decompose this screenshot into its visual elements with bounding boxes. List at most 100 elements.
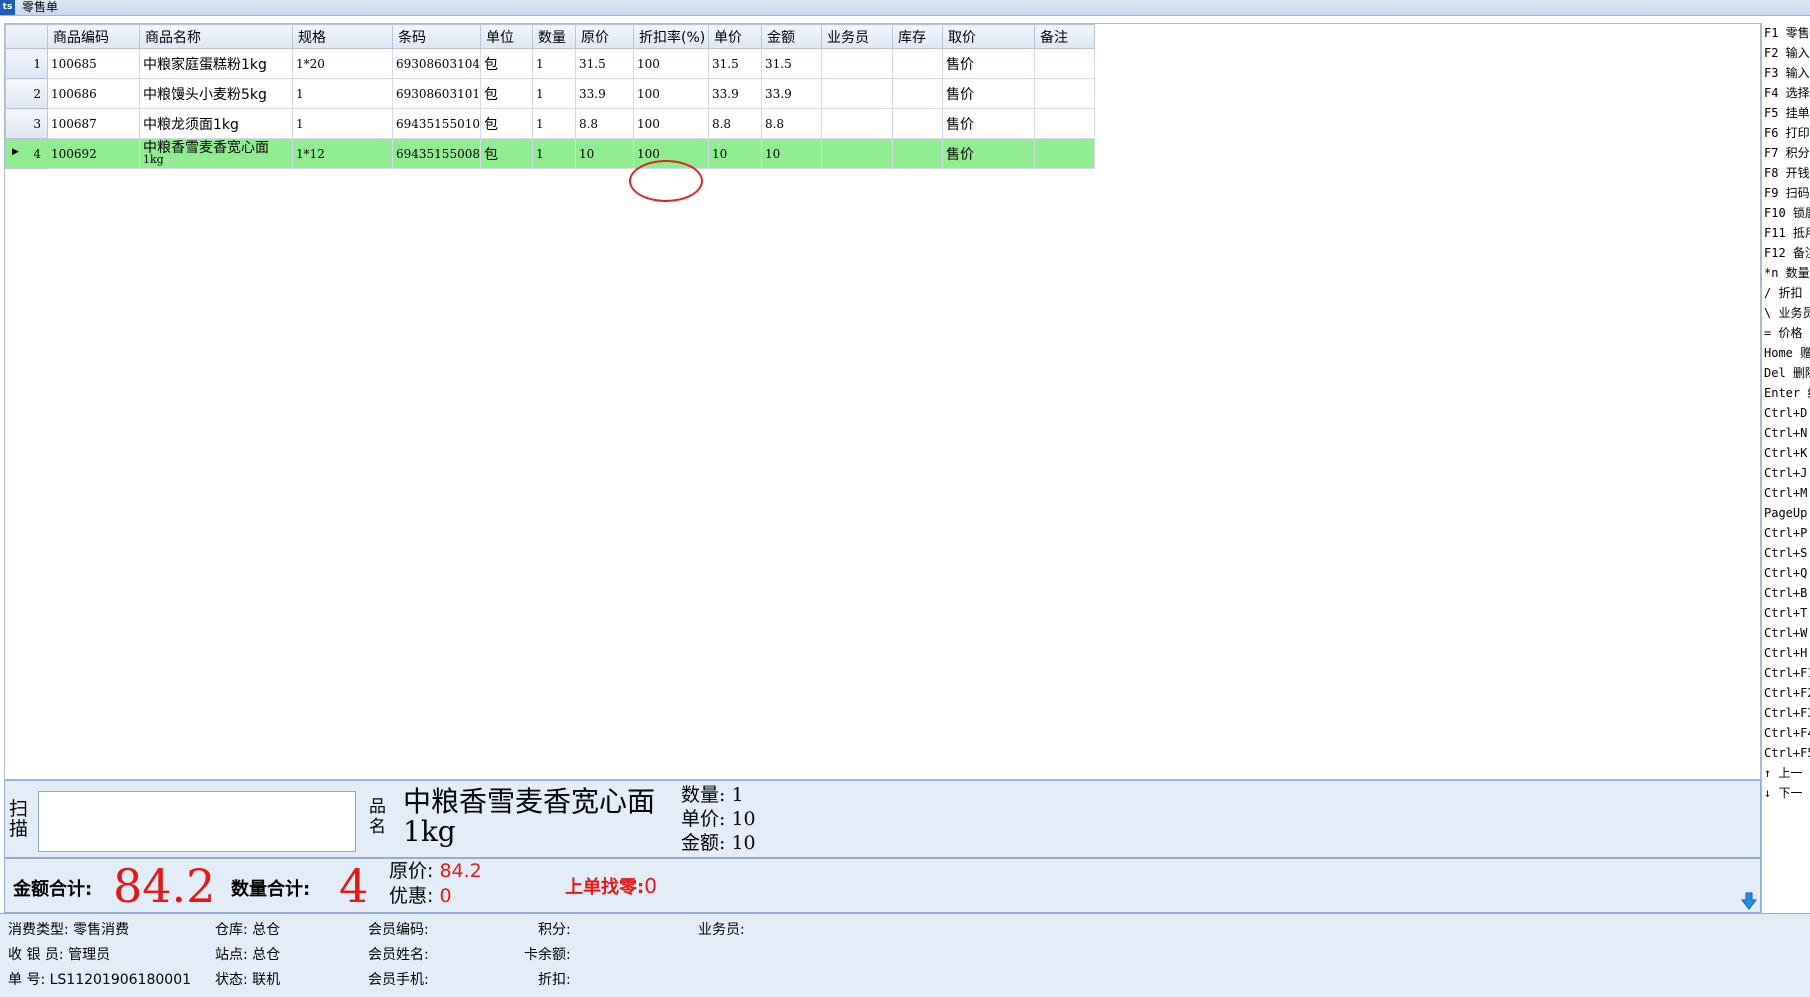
col-header-amount[interactable]: 金额 (760, 24, 822, 49)
shortcut-item: Home 赠 (1764, 346, 1810, 360)
cell-orig-price[interactable]: 31.5 (574, 48, 634, 79)
cell-price[interactable]: 31.5 (707, 48, 762, 79)
scan-label-line2: 描 (9, 818, 29, 840)
item-grid[interactable]: 商品编码 商品名称 规格 条码 单位 数量 原价 折扣率(%) 单价 金额 业务… (4, 23, 1761, 780)
cell-pricing[interactable]: 售价 (941, 48, 1035, 79)
cell-spec[interactable]: 1 (292, 108, 393, 139)
shortcut-item: F8 开钱 (1764, 166, 1810, 180)
cell-discount[interactable]: 100 (632, 48, 709, 79)
table-row[interactable]: 3 100687 中粮龙须面1kg 1 69435155010 包 1 8.8 … (5, 108, 1095, 139)
cell-orig-price[interactable]: 8.8 (574, 108, 634, 139)
cell-spec[interactable]: 1*20 (292, 48, 393, 79)
last-change-label: 上单找零: (565, 877, 645, 898)
cell-salesman[interactable] (820, 138, 893, 169)
site: 站点: 总仓 (215, 947, 281, 963)
shortcut-item: Ctrl+F4 (1764, 726, 1810, 740)
cell-unit[interactable]: 包 (479, 138, 533, 169)
cell-amount[interactable]: 33.9 (760, 78, 822, 109)
shortcut-item: PageUp (1764, 506, 1808, 520)
cell-barcode[interactable]: 69308603101 (392, 78, 481, 109)
warehouse: 仓库: 总仓 (215, 922, 281, 938)
cell-salesman[interactable] (820, 48, 893, 79)
cell-name[interactable]: 中粮龙须面1kg (139, 108, 293, 139)
cell-salesman[interactable] (820, 78, 893, 109)
col-header-price[interactable]: 单价 (707, 24, 762, 49)
cell-salesman[interactable] (820, 108, 893, 139)
cell-qty[interactable]: 1 (531, 108, 576, 139)
cell-amount[interactable]: 8.8 (760, 108, 822, 139)
cell-note[interactable] (1033, 138, 1095, 169)
down-arrow-icon[interactable] (1740, 892, 1758, 910)
col-header-spec[interactable]: 规格 (292, 24, 393, 49)
cell-barcode[interactable]: 69435155008 (392, 138, 481, 169)
cell-amount[interactable]: 31.5 (760, 48, 822, 79)
cell-price[interactable]: 10 (707, 138, 762, 169)
col-header-code[interactable]: 商品编码 (47, 24, 140, 49)
cell-name[interactable]: 中粮香雪麦香宽心面 1kg (139, 138, 293, 169)
member-name: 会员姓名: (368, 947, 429, 963)
cell-stock[interactable] (891, 48, 943, 79)
current-price-value: 10 (731, 808, 756, 830)
col-header-name[interactable]: 商品名称 (139, 24, 293, 49)
cell-spec[interactable]: 1*12 (292, 138, 393, 169)
col-header-discount[interactable]: 折扣率(%) (632, 24, 709, 49)
shortcut-item: F7 积分 (1764, 146, 1810, 160)
cell-discount[interactable]: 100 (632, 108, 709, 139)
cell-orig-price[interactable]: 10 (574, 138, 634, 169)
cell-note[interactable] (1033, 78, 1095, 109)
cell-price[interactable]: 8.8 (707, 108, 762, 139)
cell-code[interactable]: 100686 (47, 78, 140, 109)
cell-unit[interactable]: 包 (479, 108, 533, 139)
col-header-barcode[interactable]: 条码 (392, 24, 481, 49)
col-header-note[interactable]: 备注 (1033, 24, 1095, 49)
cell-unit[interactable]: 包 (479, 48, 533, 79)
cell-name-line1: 中粮香雪麦香宽心面 (143, 139, 269, 156)
cell-note[interactable] (1033, 48, 1095, 79)
cell-qty[interactable]: 1 (531, 78, 576, 109)
cell-stock[interactable] (891, 108, 943, 139)
col-header-salesman[interactable]: 业务员 (820, 24, 893, 49)
cell-pricing[interactable]: 售价 (941, 108, 1035, 139)
cell-qty[interactable]: 1 (531, 138, 576, 169)
cell-barcode[interactable]: 69435155010 (392, 108, 481, 139)
cell-code[interactable]: 100687 (47, 108, 140, 139)
table-row[interactable]: 1 100685 中粮家庭蛋糕粉1kg 1*20 69308603104 包 1… (5, 48, 1095, 79)
cell-unit[interactable]: 包 (479, 78, 533, 109)
cell-amount[interactable]: 10 (760, 138, 822, 169)
cell-stock[interactable] (891, 78, 943, 109)
cell-spec[interactable]: 1 (292, 78, 393, 109)
cell-qty[interactable]: 1 (531, 48, 576, 79)
shortcut-item: Ctrl+P (1764, 526, 1808, 540)
cell-name[interactable]: 中粮家庭蛋糕粉1kg (139, 48, 293, 79)
cell-barcode[interactable]: 69308603104 (392, 48, 481, 79)
cell-price[interactable]: 33.9 (707, 78, 762, 109)
col-header-qty[interactable]: 数量 (531, 24, 576, 49)
col-header-stock[interactable]: 库存 (891, 24, 943, 49)
col-header-orig-price[interactable]: 原价 (574, 24, 634, 49)
shortcut-item: F6 打印 (1764, 126, 1810, 140)
current-amount: 金额: 10 (681, 831, 756, 855)
cell-stock[interactable] (891, 138, 943, 169)
col-header-pricing[interactable]: 取价 (941, 24, 1035, 49)
cell-name[interactable]: 中粮馒头小麦粉5kg (139, 78, 293, 109)
col-header-unit[interactable]: 单位 (479, 24, 533, 49)
shortcut-item: Ctrl+Q (1764, 566, 1808, 580)
connection-status: 状态: 联机 (215, 972, 281, 988)
cell-note[interactable] (1033, 108, 1095, 139)
cell-code[interactable]: 100685 (47, 48, 140, 79)
cell-orig-price[interactable]: 33.9 (574, 78, 634, 109)
shortcut-item: \ 业务员 (1764, 306, 1810, 320)
consume-type: 消费类型: 零售消费 (8, 922, 130, 938)
row-index: ▶ 4 (5, 138, 48, 169)
orig-total-label: 原价: (389, 860, 434, 882)
shortcut-item: Ctrl+F2 (1764, 686, 1810, 700)
member-code: 会员编码: (368, 922, 429, 938)
cell-pricing[interactable]: 售价 (941, 138, 1035, 169)
table-row[interactable]: 2 100686 中粮馒头小麦粉5kg 1 69308603101 包 1 33… (5, 78, 1095, 109)
cell-code[interactable]: 100692 (47, 138, 140, 169)
scan-input[interactable] (38, 791, 356, 852)
table-row-selected[interactable]: ▶ 4 100692 中粮香雪麦香宽心面 1kg 1*12 69435155008… (5, 138, 1095, 169)
cell-discount[interactable]: 100 (632, 78, 709, 109)
total-amount-label: 金额合计: (13, 879, 93, 900)
cell-pricing[interactable]: 售价 (941, 78, 1035, 109)
